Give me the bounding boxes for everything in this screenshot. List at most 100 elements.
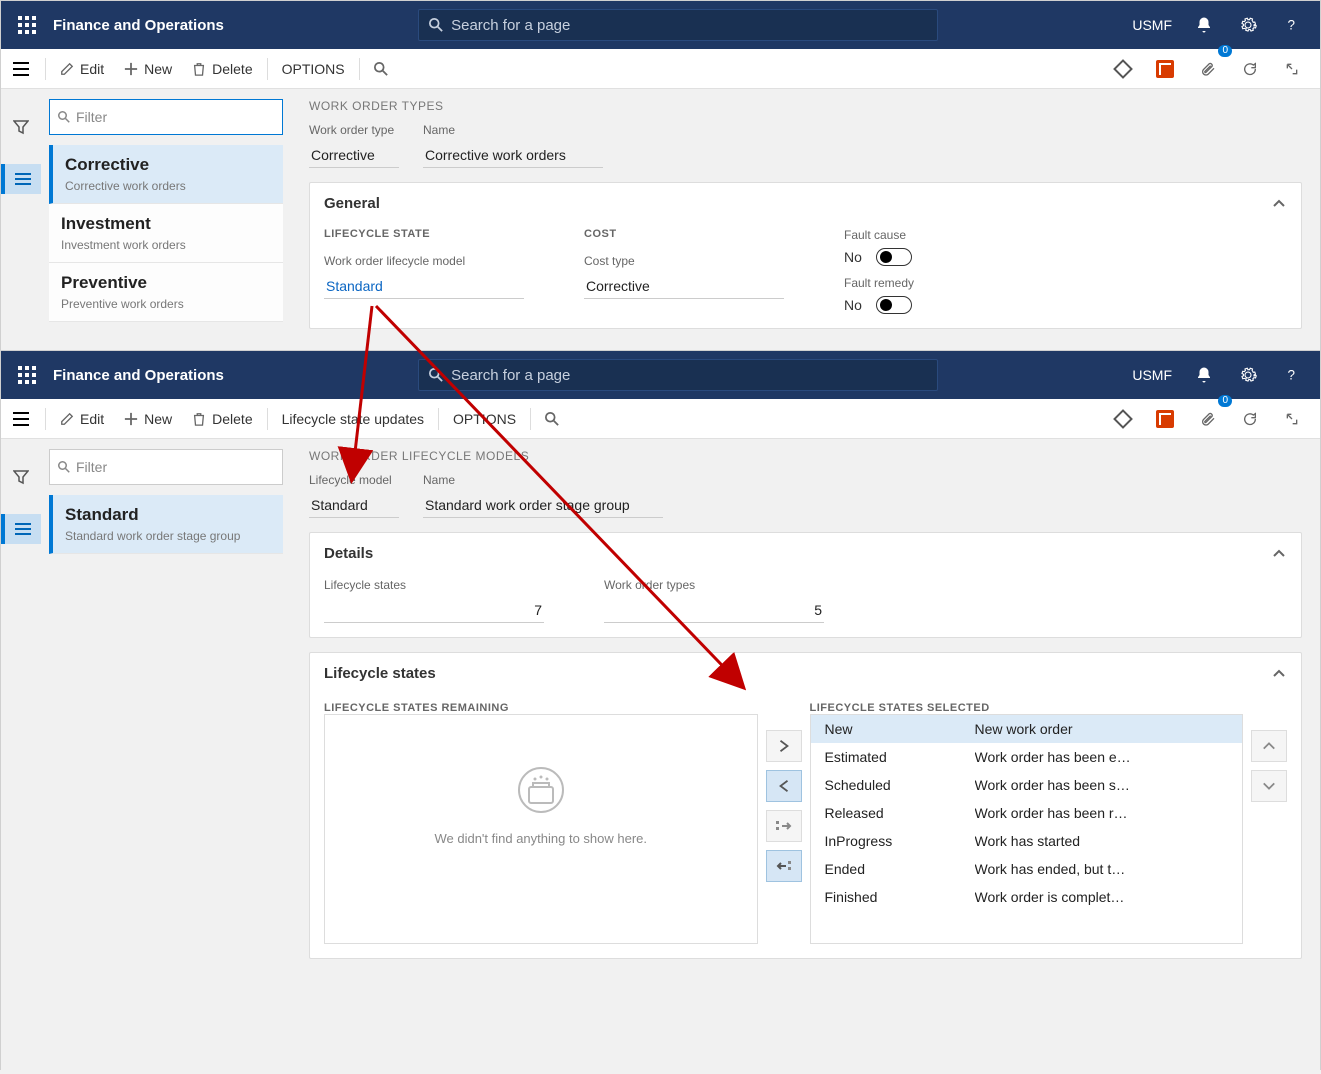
hamburger-icon[interactable]	[1, 399, 41, 439]
fault-remedy-toggle[interactable]	[876, 296, 912, 314]
lifecycle-state-row[interactable]: ScheduledWork order has been s…	[811, 771, 1243, 799]
cost-heading: COST	[584, 228, 784, 240]
edit-button[interactable]: Edit	[50, 49, 114, 89]
move-right-button[interactable]	[766, 730, 802, 762]
general-fasttab: General LIFECYCLE STATE Work order lifec…	[309, 182, 1302, 329]
fault-remedy-label: Fault remedy	[844, 276, 1044, 290]
state-desc: Work order is complet…	[975, 889, 1229, 905]
delete-button[interactable]: Delete	[182, 399, 262, 439]
link-icon[interactable]	[1106, 49, 1140, 89]
state-name: Released	[825, 805, 975, 821]
office-icon[interactable]	[1146, 399, 1184, 439]
name-field[interactable]: Name Standard work order stage group	[423, 473, 663, 518]
help-icon[interactable]: ?	[1272, 5, 1312, 45]
attachments-icon[interactable]: 0	[1190, 49, 1226, 89]
filter-pane-icon[interactable]	[13, 469, 29, 490]
popout-icon[interactable]	[1274, 399, 1310, 439]
lifecycle-states-header[interactable]: Lifecycle states	[310, 653, 1301, 694]
selected-list: NewNew work orderEstimatedWork order has…	[810, 714, 1244, 944]
search-placeholder: Search for a page	[451, 17, 570, 34]
name-field[interactable]: Name Corrective work orders	[423, 123, 603, 168]
nav-item-title: Investment	[61, 214, 271, 234]
nav-item[interactable]: PreventivePreventive work orders	[49, 263, 283, 322]
reorder-buttons	[1251, 694, 1287, 944]
lifecycle-model-field[interactable]: Work order lifecycle model Standard	[324, 254, 524, 299]
nav-item[interactable]: Corrective Corrective work orders	[49, 145, 283, 204]
svg-text:?: ?	[1288, 368, 1296, 383]
link-icon[interactable]	[1106, 399, 1140, 439]
delete-button[interactable]: Delete	[182, 49, 262, 89]
lifecycle-state-row[interactable]: EstimatedWork order has been e…	[811, 743, 1243, 771]
bell-icon[interactable]	[1184, 5, 1224, 45]
left-gutter	[1, 89, 41, 343]
attachments-icon[interactable]: 0	[1190, 399, 1226, 439]
fault-cause-toggle[interactable]	[876, 248, 912, 266]
lifecycle-state-row[interactable]: NewNew work order	[811, 715, 1243, 743]
app-launcher-icon[interactable]	[9, 357, 45, 393]
nav-item-title: Corrective	[65, 155, 271, 175]
state-desc: Work order has been r…	[975, 805, 1229, 821]
related-info-icon[interactable]	[1, 164, 41, 194]
attachments-badge: 0	[1218, 395, 1232, 407]
move-buttons	[766, 694, 802, 944]
company-picker[interactable]: USMF	[1132, 17, 1172, 33]
work-order-type-field[interactable]: Work order type Corrective	[309, 123, 399, 168]
app-launcher-icon[interactable]	[9, 7, 45, 43]
move-down-button[interactable]	[1251, 770, 1287, 802]
global-search[interactable]: Search for a page	[418, 359, 938, 391]
nav-item[interactable]: StandardStandard work order stage group	[49, 495, 283, 554]
action-search-icon[interactable]	[535, 399, 569, 439]
remaining-list: We didn't find anything to show here.	[324, 714, 758, 944]
gear-icon[interactable]	[1228, 355, 1268, 395]
state-desc: Work order has been s…	[975, 777, 1229, 793]
bell-icon[interactable]	[1184, 355, 1224, 395]
state-desc: Work has started	[975, 833, 1229, 849]
action-bar: Edit New Delete OPTIONS 0	[1, 49, 1320, 89]
new-button[interactable]: New	[114, 399, 182, 439]
refresh-icon[interactable]	[1232, 49, 1268, 89]
details-header[interactable]: Details	[310, 533, 1301, 574]
filter-input[interactable]: Filter	[49, 99, 283, 135]
nav-list: Filter Corrective Corrective work orders I…	[41, 89, 291, 343]
move-up-button[interactable]	[1251, 730, 1287, 762]
hamburger-icon[interactable]	[1, 49, 41, 89]
lifecycle-state-row[interactable]: ReleasedWork order has been r…	[811, 799, 1243, 827]
lifecycle-state-row[interactable]: FinishedWork order is complet…	[811, 883, 1243, 911]
state-name: Estimated	[825, 749, 975, 765]
gear-icon[interactable]	[1228, 5, 1268, 45]
nav-item[interactable]: InvestmentInvestment work orders	[49, 204, 283, 263]
edit-button[interactable]: Edit	[50, 399, 114, 439]
general-header[interactable]: General	[310, 183, 1301, 224]
move-all-right-button[interactable]	[766, 810, 802, 842]
lifecycle-model-link[interactable]: Standard	[324, 274, 524, 299]
popout-icon[interactable]	[1274, 49, 1310, 89]
work-order-types-count: Work order types 5	[604, 578, 824, 623]
refresh-icon[interactable]	[1232, 399, 1268, 439]
move-left-button[interactable]	[766, 770, 802, 802]
filter-placeholder: Filter	[76, 459, 107, 475]
cost-type-field[interactable]: Cost type Corrective	[584, 254, 784, 299]
lifecycle-states-fasttab: Lifecycle states LIFECYCLE STATES REMAIN…	[309, 652, 1302, 959]
move-all-left-button[interactable]	[766, 850, 802, 882]
nav-item-desc: Corrective work orders	[65, 179, 271, 193]
options-button[interactable]: OPTIONS	[443, 399, 526, 439]
filter-input[interactable]: Filter	[49, 449, 283, 485]
lifecycle-model-field[interactable]: Lifecycle model Standard	[309, 473, 399, 518]
lifecycle-state-updates-button[interactable]: Lifecycle state updates	[272, 399, 434, 439]
help-icon[interactable]: ?	[1272, 355, 1312, 395]
related-info-icon[interactable]	[1, 514, 41, 544]
page-title: WORK ORDER TYPES	[309, 99, 1302, 113]
lifecycle-state-row[interactable]: EndedWork has ended, but t…	[811, 855, 1243, 883]
global-search[interactable]: Search for a page	[418, 9, 938, 41]
filter-placeholder: Filter	[76, 109, 107, 125]
new-button[interactable]: New	[114, 49, 182, 89]
company-picker[interactable]: USMF	[1132, 367, 1172, 383]
lifecycle-state-row[interactable]: InProgressWork has started	[811, 827, 1243, 855]
filter-pane-icon[interactable]	[13, 119, 29, 140]
options-button[interactable]: OPTIONS	[272, 49, 355, 89]
brand-title: Finance and Operations	[53, 367, 224, 384]
left-gutter	[1, 439, 41, 973]
action-bar: Edit New Delete Lifecycle state updates …	[1, 399, 1320, 439]
action-search-icon[interactable]	[364, 49, 398, 89]
office-icon[interactable]	[1146, 49, 1184, 89]
